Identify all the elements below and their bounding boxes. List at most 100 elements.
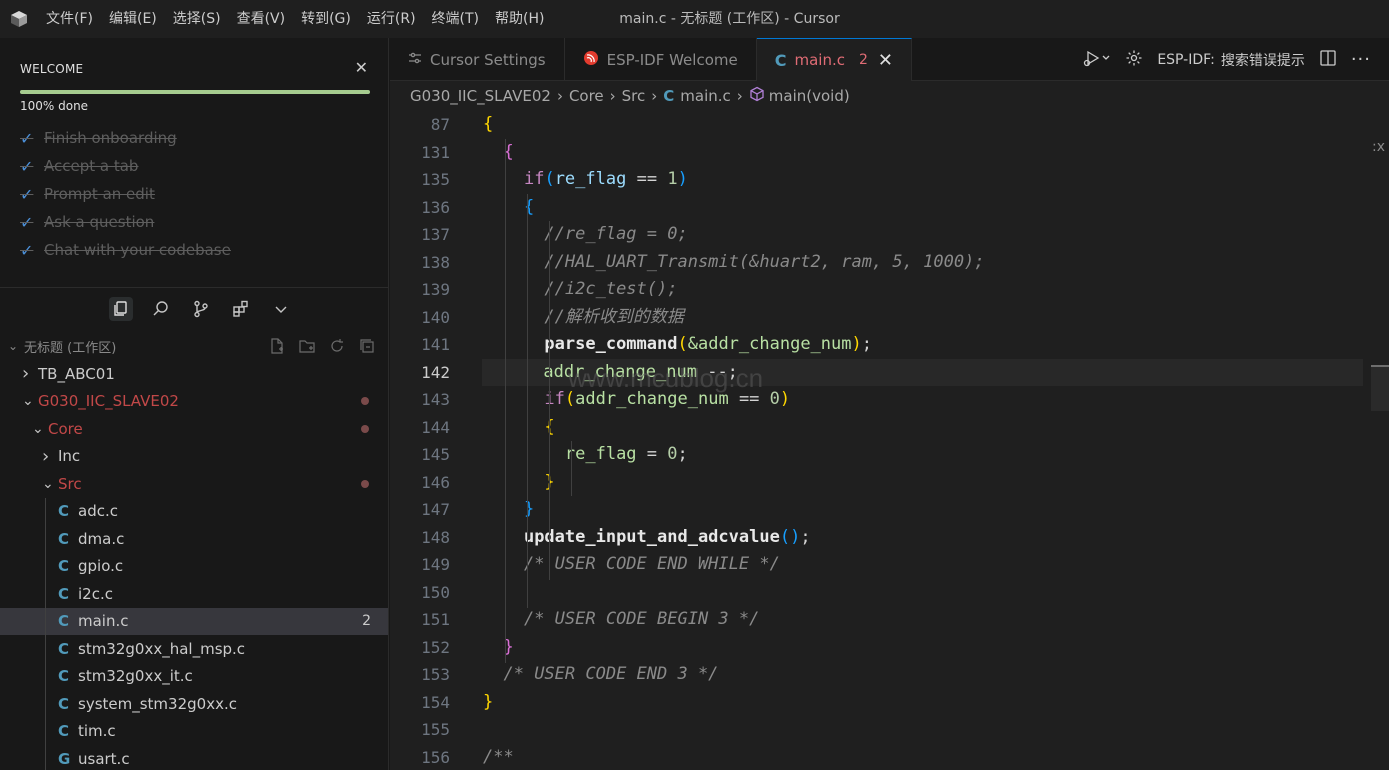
tree-file[interactable]: Cstm32g0xx_it.c — [0, 662, 388, 690]
workspace-header[interactable]: ⌄ 无标题 (工作区) — [0, 334, 388, 358]
split-editor-icon[interactable] — [1319, 49, 1337, 71]
menu-terminal[interactable]: 终端(T) — [424, 0, 487, 38]
tree-file[interactable]: Gusart.c — [0, 745, 388, 770]
indent-guide — [45, 552, 46, 580]
breadcrumb-item[interactable]: main(void) — [769, 87, 850, 105]
tree-file[interactable]: Ctim.c — [0, 717, 388, 745]
tree-folder[interactable]: › TB_ABC01 — [0, 360, 388, 388]
breadcrumb-item[interactable]: main.c — [680, 87, 731, 105]
explorer-icon[interactable] — [108, 297, 133, 321]
tree-folder[interactable]: ⌄ G030_IIC_SLAVE02 — [0, 388, 388, 416]
indent-guide — [45, 717, 46, 745]
line-number: 139 — [421, 280, 450, 299]
scrollbar-thumb[interactable] — [1371, 365, 1389, 411]
tab-cursor-settings[interactable]: Cursor Settings — [390, 38, 565, 81]
line-number: 136 — [421, 197, 450, 217]
menu-go[interactable]: 转到(G) — [293, 0, 359, 38]
view-switcher — [0, 289, 388, 329]
new-file-icon[interactable] — [267, 336, 287, 356]
tree-file[interactable]: Cdma.c — [0, 525, 388, 553]
tree-item-label: usart.c — [78, 749, 130, 768]
indent-guide — [45, 580, 46, 608]
collapse-all-icon[interactable] — [357, 336, 377, 356]
line-number: 147 — [421, 500, 450, 519]
close-icon[interactable]: ✕ — [355, 58, 368, 77]
code-editor[interactable]: 87 131 135 136 137 138 139 140 141 142 143 144 145 14… — [390, 111, 1389, 770]
line-number: 87 — [430, 115, 450, 134]
breadcrumb-item[interactable]: Src — [622, 87, 646, 105]
more-actions-icon[interactable]: ··· — [1351, 49, 1371, 70]
search-icon[interactable] — [149, 297, 173, 321]
line-number: 142 — [421, 362, 450, 382]
menu-view[interactable]: 查看(V) — [229, 0, 294, 38]
menu-run[interactable]: 运行(R) — [359, 0, 424, 38]
code-line: { — [483, 414, 1363, 442]
checklist-item[interactable]: ✓ Prompt an edit — [20, 180, 231, 208]
tree-file[interactable]: Ci2c.c — [0, 580, 388, 608]
menu-edit[interactable]: 编辑(E) — [101, 0, 165, 38]
c-file-icon: C — [58, 639, 70, 658]
line-number: 155 — [421, 720, 450, 739]
tree-item-label: G030_IIC_SLAVE02 — [38, 392, 179, 411]
code-line: /* USER CODE END WHILE */ — [523, 554, 780, 574]
code-line: { — [503, 141, 514, 162]
tree-file[interactable]: Cadc.c — [0, 497, 388, 525]
menu-file[interactable]: 文件(F) — [38, 0, 101, 38]
indent-guide — [45, 662, 46, 690]
refresh-icon[interactable] — [327, 336, 347, 356]
breadcrumb-item[interactable]: Core — [569, 87, 604, 105]
gear-icon[interactable] — [1125, 49, 1143, 71]
tree-folder[interactable]: › Inc — [0, 443, 388, 471]
checklist-item[interactable]: ✓ Ask a question — [20, 208, 231, 236]
search-error-button[interactable]: 搜索错误提示 — [1221, 50, 1305, 70]
code-line: //i2c_test(); — [544, 279, 678, 299]
indent-guide — [45, 635, 46, 663]
code-line: { — [483, 114, 494, 134]
chevron-down-icon: ⌄ — [42, 475, 54, 492]
code-line: //解析收到的数据 — [544, 306, 684, 327]
checklist-item[interactable]: ✓ Finish onboarding — [20, 124, 231, 152]
run-debug-icon[interactable] — [1083, 49, 1111, 71]
line-number: 154 — [421, 692, 450, 712]
code-line: } — [483, 469, 1363, 497]
line-number: 131 — [421, 142, 450, 162]
c-file-icon: C — [58, 584, 70, 603]
code-line: } — [523, 499, 535, 519]
code-line: parse_command(&addr_change_num); — [544, 334, 872, 354]
breadcrumb-item[interactable]: G030_IIC_SLAVE02 — [410, 87, 551, 105]
tree-item-label: gpio.c — [78, 557, 124, 576]
tab-main-c[interactable]: C main.c 2 ✕ — [756, 38, 912, 81]
line-number: 150 — [421, 582, 450, 602]
chevron-down-icon[interactable] — [269, 297, 293, 321]
tree-folder[interactable]: ⌄ Src — [0, 470, 388, 498]
breadcrumb: G030_IIC_SLAVE02 › Core › Src › C main.c… — [390, 81, 1389, 111]
menu-help[interactable]: 帮助(H) — [487, 0, 552, 38]
tree-folder[interactable]: ⌄ Core — [0, 415, 388, 443]
onboarding-checklist: ✓ Finish onboarding ✓ Accept a tab ✓ Prompt… — [20, 124, 231, 264]
tree-file[interactable]: Cmain.c 2 — [0, 607, 388, 635]
menu-selection[interactable]: 选择(S) — [165, 0, 229, 38]
tree-file[interactable]: Cstm32g0xx_hal_msp.c — [0, 635, 388, 663]
new-folder-icon[interactable] — [297, 336, 317, 356]
workspace-name: 无标题 (工作区) — [24, 340, 117, 356]
extensions-icon[interactable] — [229, 297, 253, 321]
tree-file[interactable]: Csystem_stm32g0xx.c — [0, 690, 388, 718]
code-line: re_flag = 0; — [564, 444, 688, 464]
code-line: //HAL_UART_Transmit(&huart2, ram, 5, 100… — [544, 251, 985, 272]
close-icon[interactable]: ✕ — [878, 50, 893, 71]
tab-esp-idf-welcome[interactable]: ESP-IDF Welcome — [565, 38, 757, 81]
welcome-panel: WELCOME ✕ 100% done ✓ Finish onboarding ✓… — [0, 38, 388, 288]
code-line: if(re_flag == 1) — [523, 169, 688, 189]
editor-actions: ESP-IDF: 搜索错误提示 ··· — [1083, 38, 1371, 81]
corner-indicator: :x — [1371, 139, 1385, 155]
checklist-item[interactable]: ✓ Chat with your codebase — [20, 236, 231, 264]
checklist-item[interactable]: ✓ Accept a tab — [20, 152, 231, 180]
line-number: 141 — [421, 335, 450, 354]
chevron-right-icon: › — [736, 87, 743, 105]
indent-guide — [45, 607, 46, 635]
code-content[interactable]: { { if(re_flag == 1) { //re_flag = 0; //… — [482, 111, 1363, 770]
line-number: 137 — [421, 225, 450, 244]
tree-file[interactable]: Cgpio.c — [0, 552, 388, 580]
source-control-icon[interactable] — [189, 297, 213, 321]
line-number: 144 — [421, 417, 450, 437]
